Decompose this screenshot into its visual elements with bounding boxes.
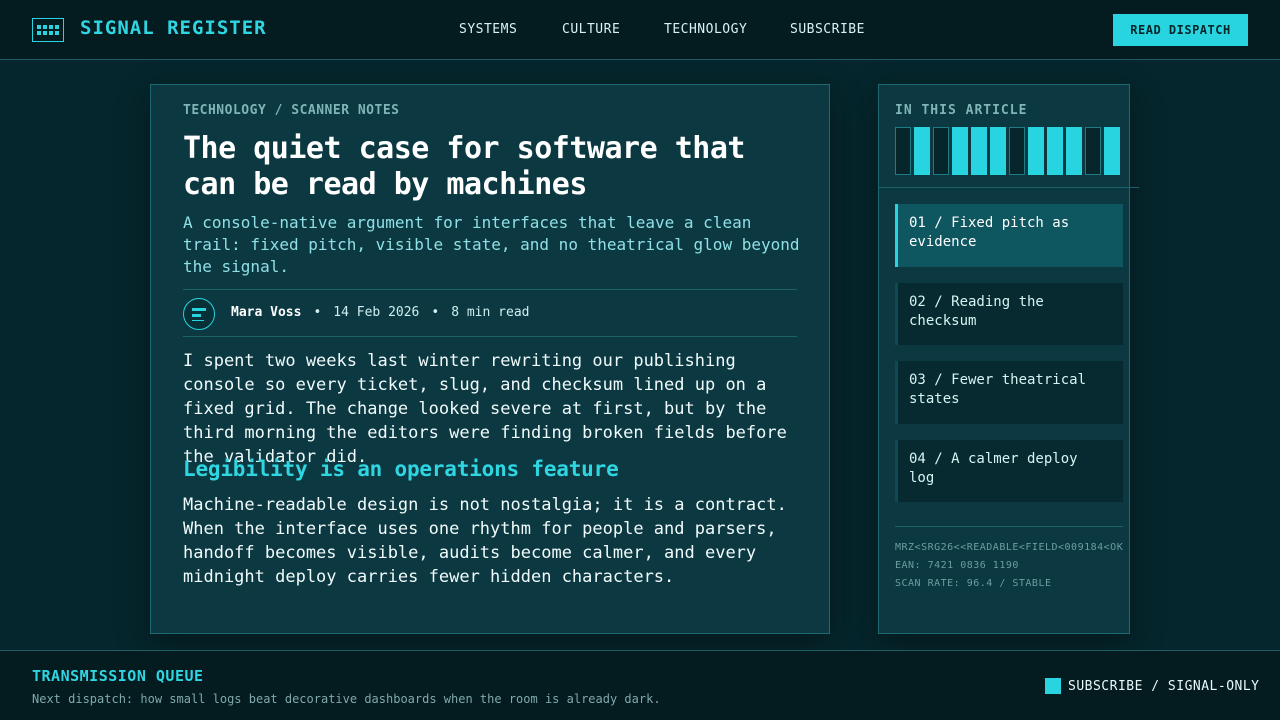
nav-item-subscribe[interactable]: SUBSCRIBE <box>790 22 865 37</box>
article-paragraph: Machine-readable design is not nostalgia… <box>183 495 787 587</box>
nav-item-technology[interactable]: TECHNOLOGY <box>664 22 747 37</box>
barcode-bar <box>952 127 968 175</box>
square-icon <box>1045 678 1061 694</box>
breadcrumb: TECHNOLOGY / SCANNER NOTES <box>183 103 400 118</box>
site-footer: TRANSMISSION QUEUE Next dispatch: how sm… <box>0 650 1280 720</box>
article-subheading: Legibility is an operations feature <box>183 457 619 481</box>
read-time: 8 min read <box>451 305 530 320</box>
meta-separator: • <box>313 305 322 320</box>
site-header: SIGNAL REGISTER SYSTEMS CULTURE TECHNOLO… <box>0 0 1280 60</box>
nav-item-culture[interactable]: CULTURE <box>562 22 620 37</box>
main-nav: SYSTEMS CULTURE TECHNOLOGY SUBSCRIBE <box>0 22 1280 38</box>
publish-date: 14 Feb 2026 <box>333 305 420 320</box>
divider <box>879 187 1139 188</box>
divider <box>183 289 797 290</box>
toc-item-checksum[interactable]: 02 / Reading the checksum <box>895 283 1123 345</box>
article-card: TECHNOLOGY / SCANNER NOTES The quiet cas… <box>150 84 830 634</box>
divider <box>895 526 1123 527</box>
toc-item-theatrical-states[interactable]: 03 / Fewer theatrical states <box>895 361 1123 424</box>
nav-item-systems[interactable]: SYSTEMS <box>459 22 517 37</box>
toc-heading: IN THIS ARTICLE <box>895 103 1028 118</box>
meta-separator: • <box>431 305 440 320</box>
barcode-bar <box>1066 127 1082 175</box>
barcode-bar <box>1104 127 1120 175</box>
barcode-bar <box>990 127 1006 175</box>
barcode-bar <box>933 127 949 175</box>
barcode-bar <box>914 127 930 175</box>
footer-title: TRANSMISSION QUEUE <box>32 667 204 685</box>
barcode-bar <box>895 127 911 175</box>
author-name[interactable]: Mara Voss <box>231 305 301 320</box>
article-sidebar: IN THIS ARTICLE 01 / Fixed pitch as evid… <box>878 84 1139 634</box>
barcode-bar <box>1047 127 1063 175</box>
mrz-line: MRZ<SRG26<<READABLE<FIELD<009184<OK <box>895 542 1124 553</box>
author-avatar <box>183 298 215 330</box>
toc-item-deploy-log[interactable]: 04 / A calmer deploy log <box>895 440 1123 502</box>
read-dispatch-button[interactable]: READ DISPATCH <box>1113 14 1248 46</box>
subscribe-label: SUBSCRIBE / SIGNAL-ONLY <box>1068 678 1260 694</box>
subscribe-signal-only-link[interactable]: SUBSCRIBE / SIGNAL-ONLY <box>1045 678 1260 694</box>
article-title: The quiet case for software that can be … <box>183 131 745 202</box>
toc-item-fixed-pitch[interactable]: 01 / Fixed pitch as evidence <box>895 204 1123 267</box>
ean-code: EAN: 7421 0836 1190 <box>895 560 1019 571</box>
barcode-bar <box>1085 127 1101 175</box>
article-meta: Mara Voss • 14 Feb 2026 • 8 min read <box>231 305 529 320</box>
barcode-bar <box>1009 127 1025 175</box>
article-paragraph: I spent two weeks last winter rewriting … <box>183 351 787 467</box>
scan-rate: SCAN RATE: 96.4 / STABLE <box>895 578 1052 589</box>
barcode-bar <box>971 127 987 175</box>
barcode-bar <box>1028 127 1044 175</box>
footer-text: Next dispatch: how small logs beat decor… <box>32 692 661 706</box>
divider <box>183 336 797 337</box>
barcode-graphic <box>895 127 1124 175</box>
article-deck: A console-native argument for interfaces… <box>183 213 800 276</box>
